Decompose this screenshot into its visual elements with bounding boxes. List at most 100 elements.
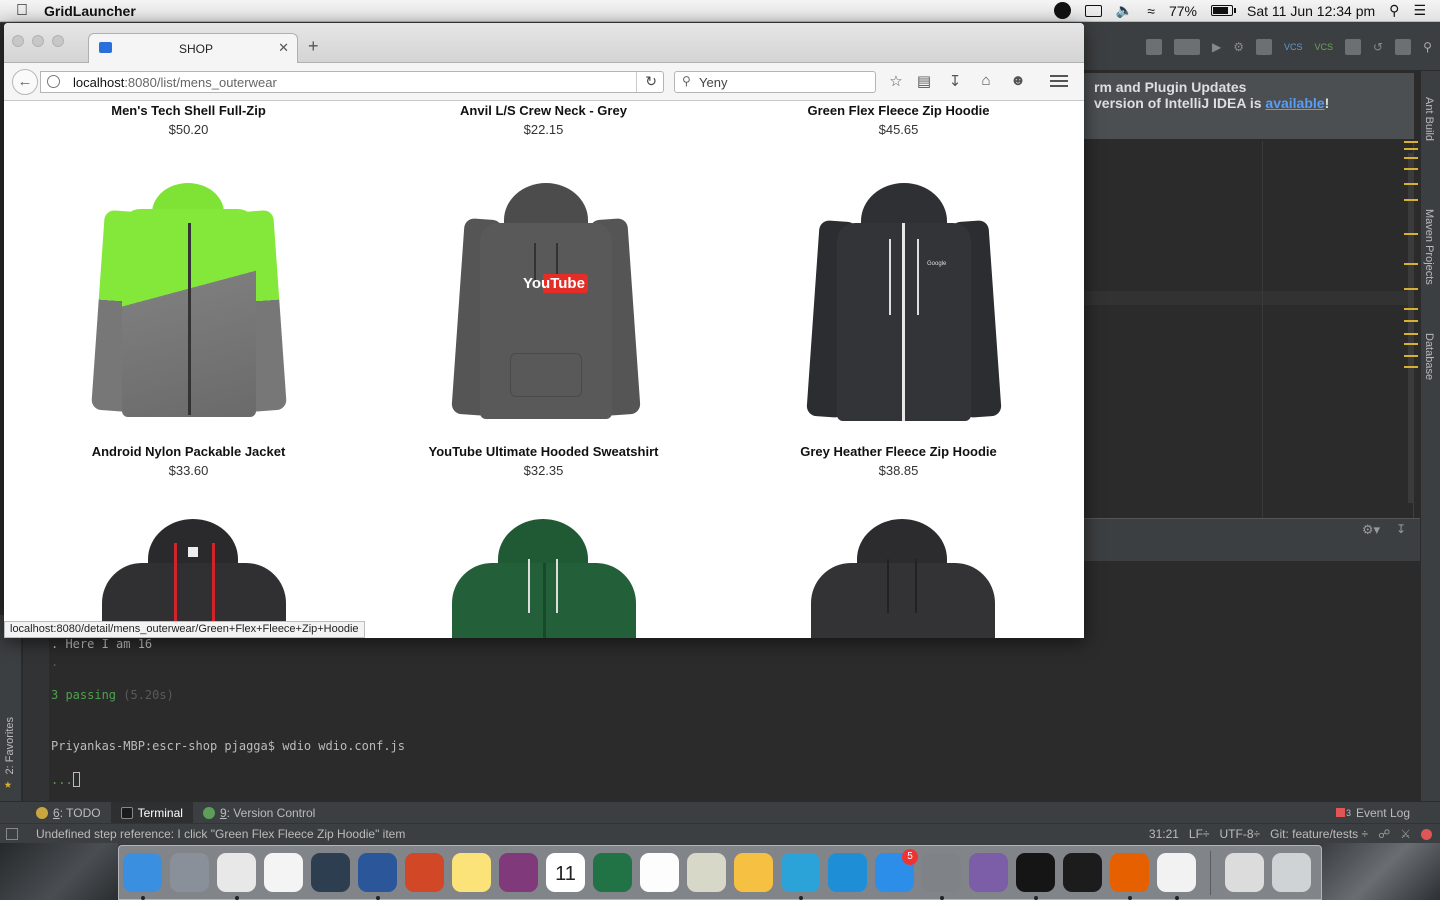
run-icon[interactable]: ▶ — [1212, 40, 1221, 54]
photos-icon[interactable] — [734, 853, 773, 892]
product-name[interactable]: YouTube Ultimate Hooded Sweatshirt — [366, 444, 721, 459]
wifi-icon[interactable]: ≈ — [1147, 3, 1155, 19]
editor-scrollbar[interactable] — [1408, 153, 1414, 503]
app-store-icon[interactable]: 5 — [875, 849, 918, 892]
menu-hamburger-icon[interactable] — [1050, 72, 1068, 90]
system-preferences-icon[interactable] — [922, 853, 961, 900]
product-name[interactable]: Anvil L/S Crew Neck - Grey — [366, 103, 721, 118]
downloads-icon[interactable]: ↧ — [945, 72, 965, 90]
search-bar[interactable]: ⚲ Yeny — [674, 71, 876, 93]
warning-marker[interactable] — [1404, 320, 1418, 322]
debug-icon[interactable]: ⚙ — [1233, 40, 1244, 54]
launchpad-icon[interactable] — [170, 853, 209, 892]
tool-tab-todo[interactable]: 6: TODO — [26, 802, 111, 824]
apple-menu-icon[interactable]:  — [0, 2, 44, 20]
product-image-charcoal-pullover[interactable] — [811, 519, 995, 638]
search-everywhere-icon[interactable]: ⚲ — [1423, 40, 1432, 54]
terminal-panel[interactable]: 2: Favorites ★ . Here I am 16 . 3 passin… — [0, 615, 1420, 802]
hello-chat-icon[interactable]: ☻ — [1008, 72, 1028, 89]
downloads-stack-icon[interactable] — [1225, 853, 1264, 892]
site-identity-icon[interactable] — [47, 75, 60, 88]
tool-tab-maven-projects[interactable]: Maven Projects — [1423, 209, 1435, 285]
caret-position[interactable]: 31:21 — [1149, 827, 1179, 841]
toggle-tool-windows-icon[interactable] — [6, 828, 18, 840]
tab-shop[interactable]: SHOP ✕ — [88, 33, 298, 63]
panel-hide-icon[interactable]: ↧ — [1396, 522, 1406, 536]
reminders-icon[interactable] — [640, 853, 679, 892]
google-drive-icon[interactable] — [264, 853, 303, 892]
line-separator[interactable]: LF÷ — [1189, 827, 1210, 841]
product-card[interactable]: Android Nylon Packable Jacket $33.60 — [11, 444, 366, 478]
finder-icon[interactable] — [123, 853, 162, 900]
activity-monitor-icon[interactable] — [1063, 853, 1102, 892]
back-button[interactable]: ← — [12, 69, 38, 95]
warning-marker[interactable] — [1404, 308, 1418, 310]
coverage-icon[interactable] — [1256, 38, 1272, 55]
panel-settings-gear-icon[interactable]: ⚙▾ — [1362, 522, 1380, 538]
terminal-icon[interactable] — [1016, 853, 1055, 900]
product-name[interactable]: Android Nylon Packable Jacket — [11, 444, 366, 459]
viber-status-icon[interactable] — [1053, 2, 1071, 19]
tool-tab-favorites[interactable]: 2: Favorites — [4, 717, 16, 774]
warning-marker[interactable] — [1404, 333, 1418, 335]
battery-icon[interactable] — [1211, 5, 1236, 16]
airplay-icon[interactable] — [1084, 4, 1102, 17]
numbers-icon[interactable] — [828, 853, 867, 892]
zoom-window-button[interactable] — [52, 35, 64, 47]
warning-marker[interactable] — [1404, 141, 1418, 143]
spotlight-icon[interactable]: ⚲ — [1389, 2, 1399, 19]
product-image-grey-heather-hoodie[interactable]: Google — [806, 183, 1002, 423]
volume-icon[interactable]: 🔈 — [1116, 2, 1133, 19]
close-tab-icon[interactable]: ✕ — [278, 40, 289, 56]
warning-marker[interactable] — [1404, 148, 1418, 150]
hector-icon[interactable]: ⚔ — [1400, 827, 1411, 841]
notice-available-link[interactable]: available — [1265, 95, 1324, 111]
reload-icon[interactable]: ↻ — [645, 73, 657, 90]
product-card[interactable]: Grey Heather Fleece Zip Hoodie $38.85 — [721, 444, 1076, 478]
vcs-commit-icon[interactable]: VCS — [1315, 42, 1334, 52]
product-image-android-jacket[interactable] — [91, 183, 287, 423]
intellij-icon[interactable] — [781, 853, 820, 900]
lock-icon[interactable]: ☍ — [1378, 827, 1390, 841]
product-card[interactable]: Anvil L/S Crew Neck - Grey $22.15 — [366, 103, 721, 137]
java-icon[interactable] — [1157, 853, 1196, 900]
excel-icon[interactable] — [593, 853, 632, 892]
file-encoding[interactable]: UTF-8÷ — [1220, 827, 1261, 841]
search-input[interactable]: Yeny — [699, 75, 727, 90]
battery-percent[interactable]: 77% — [1169, 3, 1197, 19]
tool-tab-terminal[interactable]: Terminal — [110, 801, 193, 824]
home-icon[interactable]: ⌂ — [976, 72, 996, 89]
bookmark-star-icon[interactable]: ☆ — [886, 72, 906, 90]
chrome-icon[interactable] — [217, 853, 256, 900]
quicktime-icon[interactable] — [311, 853, 350, 892]
undo-icon[interactable]: ↺ — [1373, 40, 1383, 54]
close-window-button[interactable] — [12, 35, 24, 47]
run-config-dropdown[interactable] — [1174, 38, 1200, 55]
ide-error-indicator-icon[interactable] — [1421, 828, 1432, 840]
minimize-window-button[interactable] — [32, 35, 44, 47]
warning-marker[interactable] — [1404, 199, 1418, 201]
tool-tab-database[interactable]: Database — [1423, 333, 1435, 380]
reading-list-icon[interactable]: ▤ — [914, 72, 934, 90]
product-name[interactable]: Men's Tech Shell Full-Zip — [11, 103, 366, 118]
history-icon[interactable] — [1345, 38, 1362, 55]
status-message[interactable]: Undefined step reference: I click "Green… — [36, 827, 405, 841]
warning-marker[interactable] — [1404, 366, 1418, 368]
new-tab-button[interactable]: + — [308, 36, 319, 57]
calendar-icon[interactable]: 11 — [546, 853, 585, 892]
warning-marker[interactable] — [1404, 355, 1418, 357]
product-image-youtube-hoodie[interactable]: YouTube — [451, 183, 641, 423]
product-name[interactable]: Grey Heather Fleece Zip Hoodie — [721, 444, 1076, 459]
warning-marker[interactable] — [1404, 168, 1418, 170]
product-card[interactable]: Men's Tech Shell Full-Zip $50.20 — [11, 103, 366, 137]
product-image-green-hoodie[interactable] — [452, 519, 636, 638]
product-card[interactable]: YouTube Ultimate Hooded Sweatshirt $32.3… — [366, 444, 721, 478]
notes-icon[interactable] — [452, 853, 491, 892]
warning-marker[interactable] — [1404, 183, 1418, 185]
warning-marker[interactable] — [1404, 233, 1418, 235]
warning-marker[interactable] — [1404, 343, 1418, 345]
preview-icon[interactable] — [687, 853, 726, 892]
product-card[interactable]: Green Flex Fleece Zip Hoodie $45.65 — [721, 103, 1076, 137]
code-editor[interactable] — [1084, 141, 1414, 521]
vcs-update-icon[interactable]: VCS — [1284, 42, 1303, 52]
